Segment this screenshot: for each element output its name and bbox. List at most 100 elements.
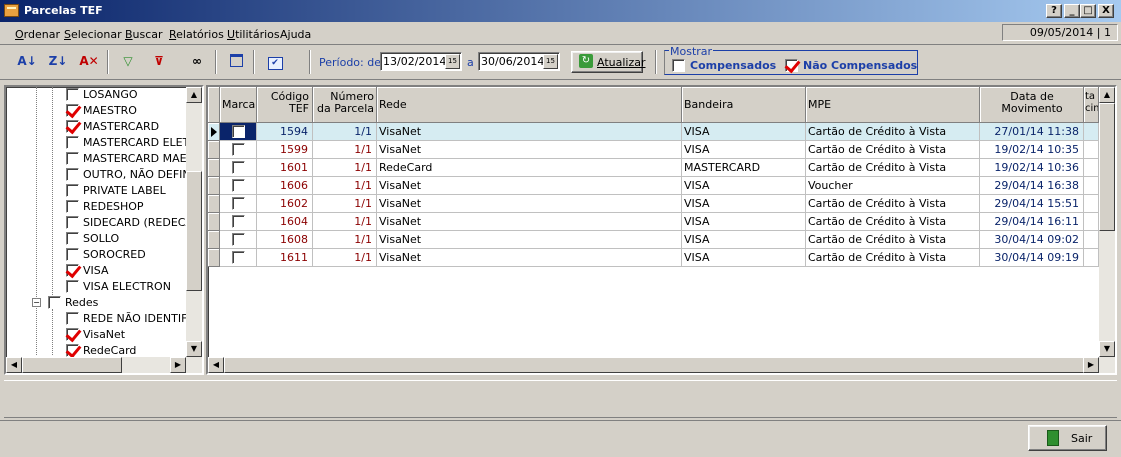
row-marcar-cell[interactable] xyxy=(220,177,257,195)
tree-checkbox[interactable] xyxy=(66,312,79,325)
scroll-down-icon[interactable]: ▼ xyxy=(186,341,202,357)
tree-checkbox[interactable] xyxy=(66,344,79,357)
tree-checkbox[interactable] xyxy=(66,248,79,261)
tree-checkbox[interactable] xyxy=(66,232,79,245)
table-row[interactable]: 1606 1/1 VisaNet VISA Voucher 29/04/14 1… xyxy=(208,177,1099,195)
bandeira-cell: MASTERCARD xyxy=(682,159,806,177)
minimize-button[interactable]: _ xyxy=(1064,4,1080,18)
table-row[interactable]: 1601 1/1 RedeCard MASTERCARD Cartão de C… xyxy=(208,159,1099,177)
tree-checkbox[interactable] xyxy=(66,264,79,277)
nao-compensados-checkbox[interactable] xyxy=(785,59,798,72)
sair-button[interactable]: Sair xyxy=(1028,425,1107,451)
row-checkbox[interactable] xyxy=(232,233,245,246)
row-checkbox[interactable] xyxy=(232,215,245,228)
row-marcar-cell[interactable] xyxy=(220,141,257,159)
checklist-icon[interactable]: ✔ xyxy=(264,50,286,72)
sort-desc-icon[interactable]: Z↓ xyxy=(47,50,69,72)
compensados-label[interactable]: Compensados xyxy=(690,59,776,72)
col-header-marcar[interactable]: Marcar xyxy=(220,87,257,123)
close-button[interactable]: X xyxy=(1098,4,1114,18)
table-row[interactable]: 1604 1/1 VisaNet VISA Cartão de Crédito … xyxy=(208,213,1099,231)
tree-checkbox[interactable] xyxy=(66,280,79,293)
table-row[interactable]: 1611 1/1 VisaNet VISA Cartão de Crédito … xyxy=(208,249,1099,267)
nao-compensados-label[interactable]: Não Compensados xyxy=(803,59,917,72)
tree-checkbox[interactable] xyxy=(66,104,79,117)
binoculars-icon[interactable]: ∞ xyxy=(186,50,208,72)
window-icon[interactable] xyxy=(225,50,247,72)
sort-asc-icon[interactable]: A↓ xyxy=(16,50,38,72)
data-cell: 27/01/14 11:38 xyxy=(980,123,1084,141)
tree-checkbox[interactable] xyxy=(66,120,79,133)
grid-vertical-scrollbar[interactable]: ▲ ▼ xyxy=(1099,87,1115,357)
tree-scroll-thumb[interactable] xyxy=(186,171,202,291)
calendar-from-icon[interactable]: 15 xyxy=(445,54,460,69)
tree-checkbox[interactable] xyxy=(66,88,79,101)
menu-selecionar[interactable]: Selecionar xyxy=(64,28,122,41)
row-marcar-cell[interactable] xyxy=(220,159,257,177)
col-header-rede[interactable]: Rede xyxy=(377,87,682,123)
col-header-codigo[interactable]: Código TEF xyxy=(257,87,313,123)
row-marcar-cell[interactable] xyxy=(220,231,257,249)
table-row[interactable]: 1602 1/1 VisaNet VISA Cartão de Crédito … xyxy=(208,195,1099,213)
tree-hscroll-thumb[interactable] xyxy=(22,357,122,373)
grid-scroll-thumb[interactable] xyxy=(1099,103,1115,231)
filter-icon[interactable]: ▽ xyxy=(117,50,139,72)
scroll-right-icon[interactable]: ▶ xyxy=(1083,357,1099,373)
grid-hscroll-thumb[interactable] xyxy=(224,357,1084,373)
col-header-bandeira[interactable]: Bandeira xyxy=(682,87,806,123)
row-checkbox[interactable] xyxy=(232,179,245,192)
row-marcar-cell[interactable] xyxy=(220,123,257,141)
tree-checkbox[interactable] xyxy=(66,168,79,181)
row-marcar-cell[interactable] xyxy=(220,213,257,231)
title-bar[interactable]: Parcelas TEF ? _ □ X xyxy=(0,0,1121,22)
tree-checkbox[interactable] xyxy=(66,136,79,149)
menu-ajuda[interactable]: Ajuda xyxy=(280,28,311,41)
calendar-to-icon[interactable]: 15 xyxy=(543,54,558,69)
row-marcar-cell[interactable] xyxy=(220,249,257,267)
codigo-cell: 1608 xyxy=(257,231,313,249)
row-indicator xyxy=(208,249,220,267)
row-checkbox[interactable] xyxy=(232,161,245,174)
row-checkbox[interactable] xyxy=(232,197,245,210)
tree-checkbox[interactable] xyxy=(66,328,79,341)
help-button[interactable]: ? xyxy=(1046,4,1062,18)
tree-checkbox[interactable] xyxy=(48,296,61,309)
col-header-data[interactable]: Data de Movimento xyxy=(980,87,1084,123)
tree-checkbox[interactable] xyxy=(66,200,79,213)
scroll-left-icon[interactable]: ◀ xyxy=(6,357,22,373)
menu-ordenar[interactable]: Ordenar xyxy=(15,28,60,41)
table-row[interactable]: 1599 1/1 VisaNet VISA Cartão de Crédito … xyxy=(208,141,1099,159)
tree-checkbox[interactable] xyxy=(66,216,79,229)
tree-checkbox[interactable] xyxy=(66,184,79,197)
scroll-right-icon[interactable]: ▶ xyxy=(170,357,186,373)
grid-horizontal-scrollbar[interactable]: ◀ ▶ xyxy=(208,357,1115,373)
scroll-left-icon[interactable]: ◀ xyxy=(208,357,224,373)
tree-horizontal-scrollbar[interactable]: ◀ ▶ xyxy=(6,357,202,373)
menu-relatorios[interactable]: Relatórios xyxy=(169,28,224,41)
col-header-mpe[interactable]: MPE xyxy=(806,87,980,123)
filter-clear-icon[interactable]: ⊽ xyxy=(148,50,170,72)
menu-buscar[interactable]: Buscar xyxy=(125,28,163,41)
compensados-checkbox[interactable] xyxy=(672,59,685,72)
tree-collapse-icon[interactable]: − xyxy=(32,298,41,307)
scroll-down-icon[interactable]: ▼ xyxy=(1099,341,1115,357)
tree-vertical-scrollbar[interactable]: ▲ ▼ xyxy=(186,87,202,357)
row-marcar-cell[interactable] xyxy=(220,195,257,213)
maximize-button[interactable]: □ xyxy=(1080,4,1096,18)
atualizar-button[interactable]: ↻ Atualizar xyxy=(571,51,646,73)
table-row[interactable]: 1608 1/1 VisaNet VISA Cartão de Crédito … xyxy=(208,231,1099,249)
row-checkbox[interactable] xyxy=(232,143,245,156)
row-checkbox[interactable] xyxy=(232,125,245,138)
col-header-extra[interactable]: ta cim xyxy=(1084,87,1099,123)
col-header-parcela[interactable]: Número da Parcela xyxy=(313,87,377,123)
table-row[interactable]: 1594 1/1 VisaNet VISA Cartão de Crédito … xyxy=(208,123,1099,141)
tree-checkbox[interactable] xyxy=(66,152,79,165)
scroll-up-icon[interactable]: ▲ xyxy=(186,87,202,103)
parcelas-grid[interactable]: Marcar Código TEF Número da Parcela Rede… xyxy=(206,85,1117,375)
window-title: Parcelas TEF xyxy=(24,4,103,17)
filter-tree[interactable]: LOSANGO MAESTRO MASTERCARD MASTERCARD EL… xyxy=(4,85,204,375)
menu-utilitarios[interactable]: Utilitários xyxy=(227,28,280,41)
scroll-up-icon[interactable]: ▲ xyxy=(1099,87,1115,103)
row-checkbox[interactable] xyxy=(232,251,245,264)
sort-clear-icon[interactable]: A✕ xyxy=(78,50,100,72)
